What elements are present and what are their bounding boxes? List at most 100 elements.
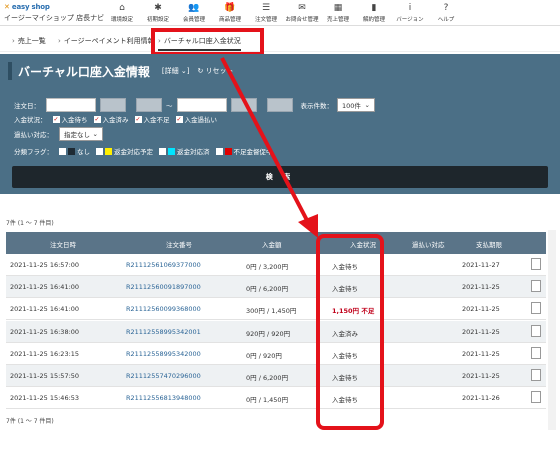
flag-none[interactable]: なし — [59, 146, 90, 156]
cell-due-date: 2021-11-25 — [462, 349, 500, 358]
title-accent-bar — [8, 62, 12, 80]
nav-item-3[interactable]: 🎁 商品管理 — [212, 0, 248, 26]
deposit-status-label: 入金状況： — [14, 116, 47, 124]
cell-order-number[interactable]: R21112556813948000 — [126, 394, 201, 402]
cell-amount: 0円 / 3,200円 — [246, 263, 289, 271]
cell-due-date: 2021-11-25 — [462, 305, 500, 314]
flag-label-text: 返金対応予定 — [114, 148, 153, 156]
search-panel: バーチャル口座入金情報 [詳細 ⌄] ↻ リセット 注文日： ～ 表示件数： 1… — [0, 54, 560, 194]
row-checkbox[interactable] — [531, 324, 541, 337]
list-icon: ☰ — [261, 3, 271, 13]
checkbox-paid[interactable]: ✓ 入金済み — [93, 114, 129, 124]
nav-item-8[interactable]: i バージョン — [392, 0, 428, 26]
cell-due-date: 2021-11-25 — [462, 372, 500, 380]
breadcrumb-easy-payment[interactable]: イージーペイメント利用情報 — [58, 36, 155, 46]
breadcrumb-sales-list[interactable]: 売上一覧 — [12, 36, 46, 46]
row-checkbox[interactable] — [531, 302, 541, 315]
display-count-value: 100件 — [342, 102, 361, 110]
nav-item-9[interactable]: ? ヘルプ — [428, 0, 464, 26]
flag-refund-planned[interactable]: 返金対応予定 — [96, 146, 153, 156]
cell-status: 入金待ち — [332, 396, 358, 405]
row-checkbox[interactable] — [531, 346, 541, 359]
results-area: 7件 (1 ～ 7 件目) 注文日時 注文番号 入金額 入金状況 過払い対応 支… — [0, 208, 560, 462]
order-date-from-hour[interactable] — [100, 98, 126, 112]
nav-item-4[interactable]: ☰ 注文管理 — [248, 0, 284, 26]
display-count-select[interactable]: 100件 ⌄ — [337, 98, 375, 112]
checkbox-label: 入金不足 — [143, 116, 170, 124]
cell-order-date: 2021-11-25 15:46:53 — [10, 394, 80, 403]
main-nav: ⌂ 環境設定 ✱ 初期設定 👥 会員管理 🎁 商品管理 ☰ 注文管理 ✉ お問合せ管理 ▦ 売上管理 ▮ 解約… — [104, 0, 464, 26]
cell-status: 入金待ち — [332, 351, 358, 360]
nav-item-6[interactable]: ▦ 売上管理 — [320, 0, 356, 26]
cell-order-number[interactable]: R21112560091897000 — [126, 283, 201, 291]
detail-toggle[interactable]: [詳細 ⌄] — [162, 66, 190, 76]
overpay-label: 過払い対応： — [14, 131, 53, 139]
table-row: 2021-11-25 16:23:15 R21112558995342000 0円 … — [6, 343, 546, 365]
cell-status: 入金済み — [332, 329, 358, 338]
nav-label: 初期設定 — [146, 17, 169, 23]
cell-status: 1,150円 不足 — [332, 307, 375, 316]
users-icon: 👥 — [188, 3, 200, 13]
row-checkbox[interactable] — [531, 369, 541, 381]
check-icon: ✓ — [134, 115, 142, 123]
cell-order-number[interactable]: R21112557470296000 — [126, 372, 201, 380]
nav-item-7[interactable]: ▮ 解約管理 — [356, 0, 392, 26]
order-date-to-input[interactable] — [176, 98, 227, 112]
cell-due-date: 2021-11-26 — [462, 394, 500, 403]
chevron-down-icon: ⌄ — [92, 130, 98, 138]
row-checkbox[interactable] — [531, 258, 541, 270]
checkbox-shortage[interactable]: ✓ 入金不足 — [134, 114, 170, 124]
header-amount: 入金額 — [262, 241, 282, 249]
check-icon: ✓ — [93, 115, 101, 123]
flag-swatch — [168, 147, 175, 155]
cell-order-date: 2021-11-25 16:23:15 — [10, 349, 80, 358]
cell-order-date: 2021-11-25 16:38:00 — [10, 327, 80, 336]
gift-icon: 🎁 — [224, 3, 236, 13]
cell-order-number[interactable]: R21112558995342001 — [126, 328, 201, 336]
overpay-select[interactable]: 指定なし ⌄ — [59, 127, 103, 141]
panel-header: バーチャル口座入金情報 [詳細 ⌄] ↻ リセット — [8, 60, 234, 82]
logo-store-name: イージーマイショップ 店長ナビ — [4, 14, 105, 22]
header-due-date: 支払期限 — [476, 241, 502, 249]
order-date-from-minute[interactable] — [136, 98, 162, 112]
flag-refund-done[interactable]: 返金対応済 — [159, 146, 210, 156]
cell-order-date: 2021-11-25 16:41:00 — [10, 283, 80, 292]
header-order-date: 注文日時 — [50, 241, 76, 249]
checkbox-box — [96, 147, 103, 155]
checkbox-overpaid[interactable]: ✓ 入金過払い — [175, 114, 217, 124]
nav-item-0[interactable]: ⌂ 環境設定 — [104, 0, 140, 26]
help-icon: ? — [443, 3, 449, 13]
checkbox-awaiting[interactable]: ✓ 入金待ち — [52, 114, 88, 124]
info-icon: i — [408, 3, 412, 13]
cell-amount: 0円 / 1,450円 — [246, 396, 289, 405]
cell-order-number[interactable]: R21112558995342000 — [126, 350, 201, 358]
flag-swatch — [224, 147, 232, 155]
gear-icon: ✱ — [154, 3, 162, 13]
deposit-status-row: 入金状況： ✓ 入金待ち ✓ 入金済み ✓ 入金不足 ✓ 入金過払い — [14, 114, 223, 124]
checkbox-box — [159, 147, 166, 155]
reset-button[interactable]: ↻ リセット — [197, 66, 233, 76]
cell-amount: 0円 / 6,200円 — [246, 285, 289, 294]
cell-order-date: 2021-11-25 16:57:00 — [10, 261, 80, 269]
overpay-row: 過払い対応： 指定なし ⌄ — [14, 127, 103, 141]
flag-swatch — [68, 147, 75, 155]
order-date-to-minute[interactable] — [266, 98, 293, 112]
row-checkbox[interactable] — [531, 280, 541, 293]
nav-item-5[interactable]: ✉ お問合せ管理 — [284, 0, 320, 26]
search-button[interactable]: 検 索 — [12, 166, 548, 188]
order-date-to-hour[interactable] — [230, 98, 257, 112]
checkbox-label: 入金待ち — [61, 116, 88, 124]
cell-order-number[interactable]: R21112560099368000 — [126, 305, 201, 313]
nav-item-1[interactable]: ✱ 初期設定 — [140, 0, 176, 26]
table-row: 2021-11-25 15:46:53 R21112556813948000 0円 … — [6, 387, 546, 410]
order-date-from-input[interactable] — [46, 98, 96, 112]
nav-item-2[interactable]: 👥 会員管理 — [176, 0, 212, 26]
row-checkbox[interactable] — [531, 391, 541, 404]
scrollbar[interactable] — [548, 230, 556, 430]
cell-order-number[interactable]: R21112561069377000 — [126, 261, 201, 269]
flag-row: 分類フラグ： なし 返金対応予定 返金対応済 不足金督促中 — [14, 146, 279, 156]
nav-label: 解約管理 — [362, 17, 385, 23]
flag-label-text: なし — [77, 148, 90, 156]
flag-shortage-reminder[interactable]: 不足金督促中 — [215, 146, 273, 156]
logo[interactable]: ✕ easy shop イージーマイショップ 店長ナビ — [4, 3, 104, 23]
